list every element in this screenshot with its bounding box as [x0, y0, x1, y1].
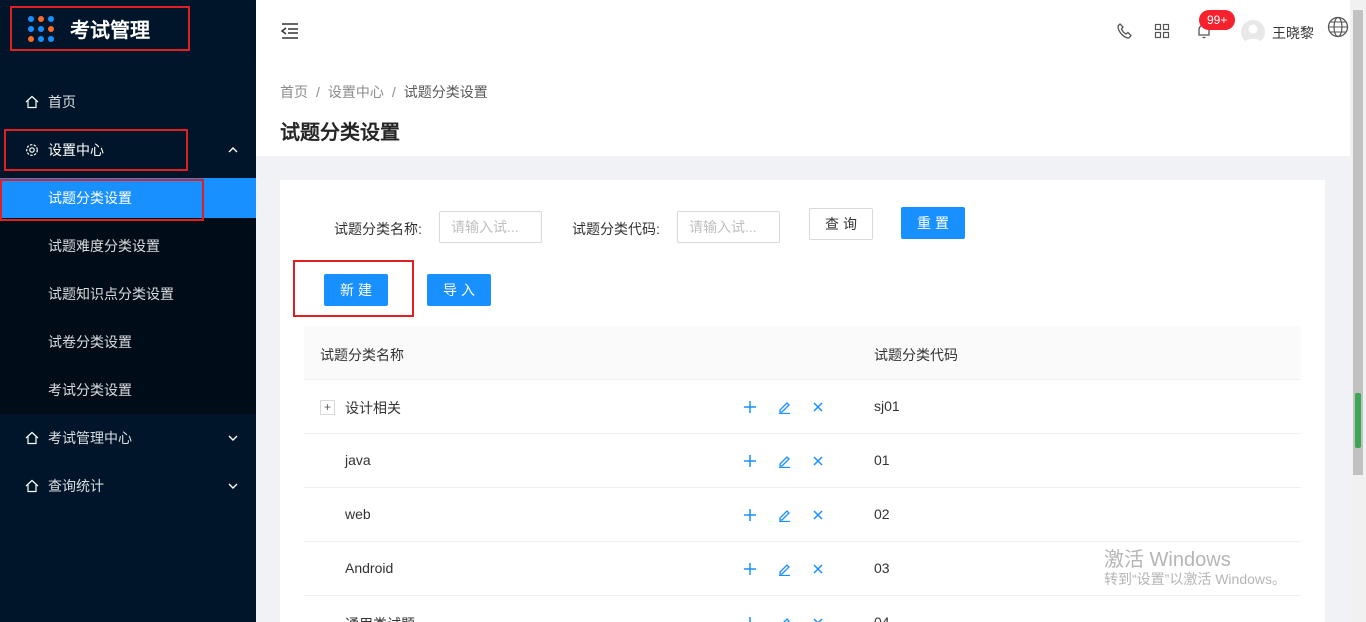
home-icon: [24, 478, 40, 494]
submenu-item-knowledge-category[interactable]: 试题知识点分类设置: [0, 274, 256, 314]
submenu-item-label: 考试分类设置: [48, 382, 132, 398]
edit-icon[interactable]: [776, 561, 792, 577]
page-scrollbar[interactable]: [1350, 0, 1366, 622]
add-child-icon[interactable]: [742, 399, 758, 415]
row-name: web: [345, 506, 371, 522]
edit-icon[interactable]: [776, 615, 792, 622]
column-header-name: 试题分类名称: [320, 347, 404, 363]
menu-item-stats[interactable]: 查询统计: [0, 462, 256, 510]
row-code: 02: [874, 506, 890, 522]
chevron-down-icon: [228, 432, 238, 444]
menu-item-exam-center-label: 考试管理中心: [48, 430, 132, 446]
menu-item-home[interactable]: 首页: [0, 78, 256, 126]
highlight-box-submenu: [0, 179, 204, 221]
delete-icon[interactable]: [810, 453, 826, 469]
grid-logo-icon: [28, 15, 54, 42]
add-child-icon[interactable]: [742, 507, 758, 523]
table-row: 通用类试题 04: [304, 596, 1301, 622]
row-code: 03: [874, 560, 890, 576]
chevron-down-icon: [228, 480, 238, 492]
chevron-up-icon: [228, 144, 238, 156]
user-avatar[interactable]: [1241, 20, 1265, 44]
row-name: Android: [345, 560, 394, 576]
row-code: sj01: [874, 398, 900, 414]
delete-icon[interactable]: [810, 615, 826, 622]
menu-item-exam-center[interactable]: 考试管理中心: [0, 414, 256, 462]
row-code: 04: [874, 614, 890, 622]
add-child-icon[interactable]: [742, 561, 758, 577]
apps-grid-icon[interactable]: [1154, 22, 1170, 43]
home-icon: [24, 94, 40, 110]
import-button[interactable]: 导入: [427, 274, 491, 306]
row-name: java: [345, 452, 371, 468]
scroll-position-marker: [1355, 393, 1361, 448]
table-row: web 02: [304, 488, 1301, 542]
add-child-icon[interactable]: [742, 453, 758, 469]
sidebar: 考试管理 首页 设置中心 试题分类设置 试题难度分类设置 试题知识点分类设置 试…: [0, 0, 256, 622]
table-row: java 01: [304, 434, 1301, 488]
submenu-item-label: 试卷分类设置: [48, 334, 132, 350]
app-title: 考试管理: [70, 20, 150, 42]
row-code: 01: [874, 452, 890, 468]
app-logo[interactable]: 考试管理: [10, 6, 190, 51]
page-header: 首页 / 设置中心 / 试题分类设置 试题分类设置: [256, 64, 1350, 156]
category-code-label: 试题分类代码:: [572, 221, 660, 237]
reset-button[interactable]: 重置: [901, 207, 965, 239]
add-child-icon[interactable]: [742, 615, 758, 622]
breadcrumb-home[interactable]: 首页: [280, 84, 308, 100]
username[interactable]: 王晓黎: [1272, 23, 1314, 43]
phone-icon[interactable]: [1116, 22, 1132, 43]
highlight-box-settings: [4, 129, 188, 171]
notification-badge: 99+: [1199, 10, 1236, 30]
row-name: 设计相关: [345, 400, 401, 416]
row-name: 通用类试题: [345, 614, 415, 622]
edit-icon[interactable]: [776, 507, 792, 523]
windows-activation-hint: 转到“设置”以激活 Windows。: [1104, 571, 1287, 587]
table-header: 试题分类名称 试题分类代码: [304, 326, 1301, 380]
submenu-item-difficulty-category[interactable]: 试题难度分类设置: [0, 226, 256, 266]
menu-item-stats-label: 查询统计: [48, 478, 104, 494]
category-name-input[interactable]: [439, 211, 542, 243]
new-button[interactable]: 新建: [324, 274, 388, 306]
delete-icon[interactable]: [810, 561, 826, 577]
expand-plus-icon[interactable]: +: [320, 400, 335, 415]
breadcrumb: 首页 / 设置中心 / 试题分类设置: [280, 84, 488, 100]
home-icon: [24, 430, 40, 446]
breadcrumb-settings[interactable]: 设置中心: [328, 84, 384, 100]
delete-icon[interactable]: [810, 399, 826, 415]
column-header-code: 试题分类代码: [874, 347, 958, 363]
page-title: 试题分类设置: [280, 122, 400, 144]
submenu-item-label: 试题难度分类设置: [48, 238, 160, 254]
edit-icon[interactable]: [776, 399, 792, 415]
submenu-item-paper-category[interactable]: 试卷分类设置: [0, 322, 256, 362]
submenu-item-label: 试题知识点分类设置: [48, 286, 174, 302]
edit-icon[interactable]: [776, 453, 792, 469]
query-button[interactable]: 查询: [809, 208, 873, 240]
delete-icon[interactable]: [810, 507, 826, 523]
category-code-input[interactable]: [677, 211, 780, 243]
category-name-label: 试题分类名称:: [334, 221, 422, 237]
globe-icon[interactable]: [1327, 16, 1349, 41]
breadcrumb-current: 试题分类设置: [403, 84, 488, 100]
submenu-item-exam-category[interactable]: 考试分类设置: [0, 370, 256, 410]
windows-activation-title: 激活 Windows: [1104, 549, 1231, 571]
table-row: + 设计相关 sj01: [304, 380, 1301, 434]
top-header: 99+ 王晓黎: [256, 0, 1350, 64]
menu-fold-icon[interactable]: [280, 22, 300, 43]
menu-item-home-label: 首页: [48, 94, 76, 110]
